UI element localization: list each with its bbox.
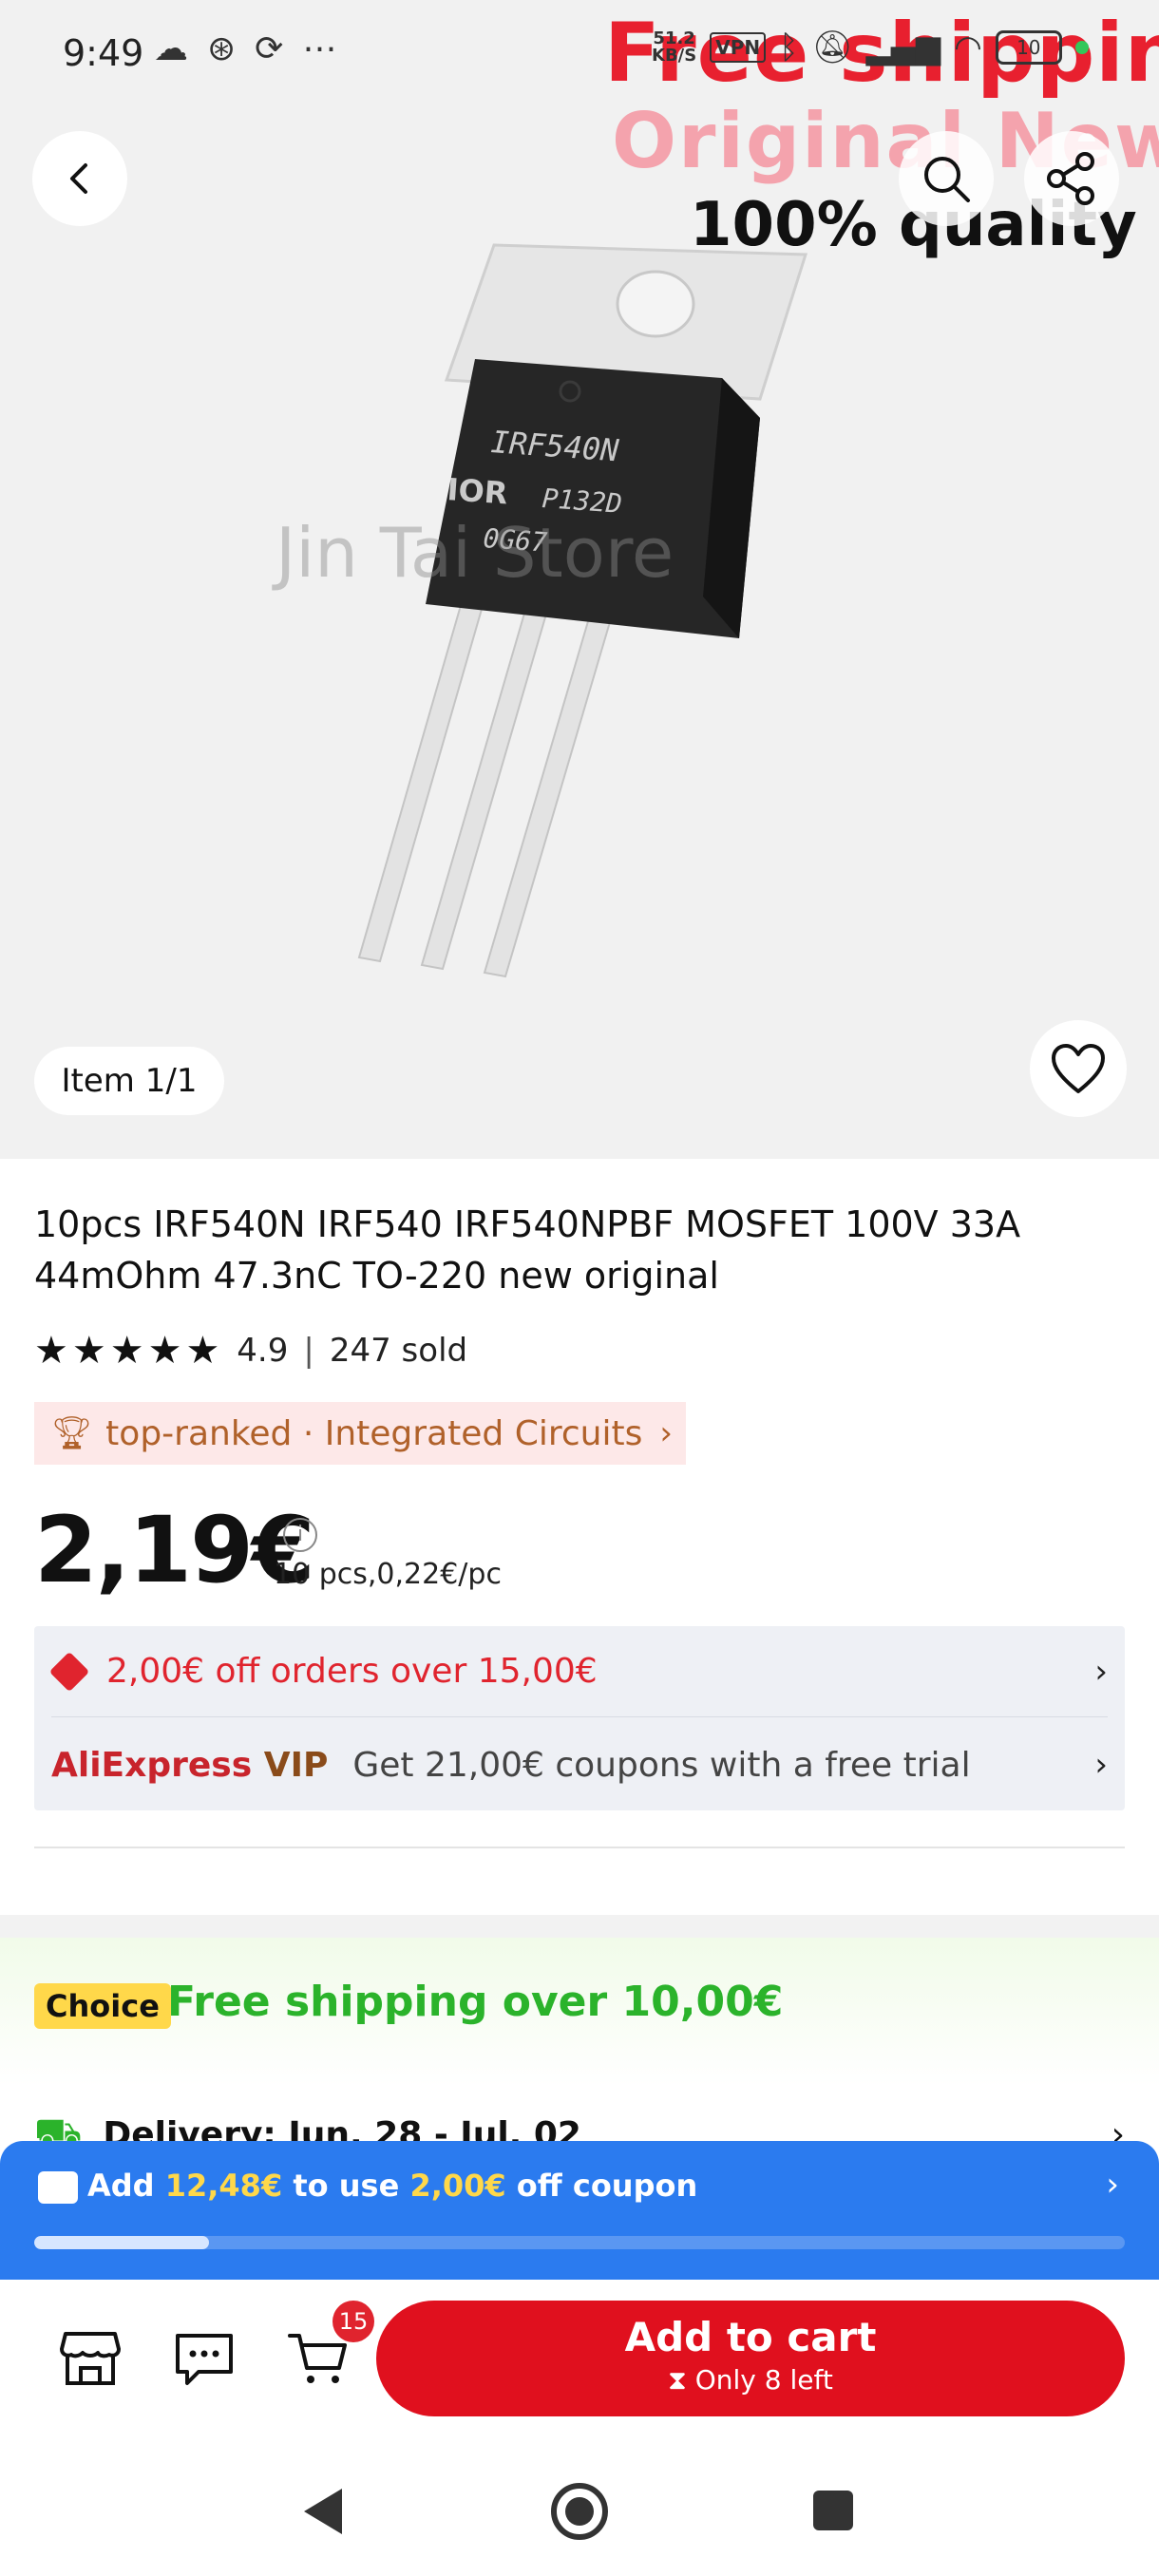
battery-icon: 10 — [995, 30, 1062, 65]
product-title: 10pcs IRF540N IRF540 IRF540NPBF MOSFET 1… — [34, 1203, 1021, 1297]
back-icon — [70, 163, 87, 194]
aliexpress-vip-logo: AliExpress VIP — [51, 1745, 329, 1785]
system-nav-bar — [0, 2441, 1159, 2576]
section-divider — [0, 1915, 1159, 1938]
search-button[interactable] — [899, 131, 994, 226]
vpn-icon: VPN — [710, 32, 767, 63]
coupon-progress-banner[interactable]: Add 12,48€ to use 2,00€ off coupon › — [0, 2141, 1159, 2280]
status-notification-icons: ☁ ⊛ ⟳ ⋯ — [154, 30, 336, 68]
hourglass-icon: ⧗ — [668, 2364, 687, 2396]
coupon-progress-fill — [34, 2236, 209, 2249]
rating-value: 4.9 — [237, 1332, 289, 1370]
bottom-action-bar: 15 Add to cart ⧗ Only 8 left — [0, 2280, 1159, 2441]
coupon-banner-text: Add 12,48€ to use 2,00€ off coupon — [87, 2168, 698, 2204]
cloud-icon: ☁ — [154, 29, 188, 68]
message-button[interactable] — [171, 2325, 238, 2392]
price: 2,19€ — [34, 1497, 315, 1603]
vip-coupon-text: Get 21,00€ coupons with a free trial — [352, 1745, 971, 1785]
star-icon: ★ — [71, 1329, 106, 1373]
unit-price: 10 pcs,0,22€/pc — [274, 1558, 502, 1591]
add-to-cart-button[interactable]: Add to cart ⧗ Only 8 left — [376, 2301, 1125, 2416]
chevron-right-icon: › — [659, 1414, 673, 1452]
share-icon — [1047, 152, 1094, 205]
chip-logo: IOR — [446, 471, 508, 511]
coupon-progress-bar — [34, 2236, 1125, 2249]
mute-icon: 🔕︎ — [811, 28, 853, 66]
network-rate: 51.2 KB/S — [652, 28, 697, 66]
coupon-icon — [38, 2171, 78, 2204]
nav-recents-icon[interactable] — [813, 2491, 853, 2530]
more-icon: ⋯ — [302, 29, 337, 68]
stock-note: ⧗ Only 8 left — [668, 2364, 833, 2396]
app-icon: ⊛ — [207, 29, 237, 68]
share-button[interactable] — [1024, 131, 1119, 226]
ranking-badge[interactable]: 🏆︎ top-ranked · Integrated Circuits › — [34, 1402, 686, 1465]
tag-icon — [48, 1651, 90, 1692]
signal-icon: ▂▄▆ — [865, 28, 941, 66]
wishlist-button[interactable] — [1030, 1020, 1127, 1117]
status-bar: 9:49 ☁ ⊛ ⟳ ⋯ 51.2 KB/S VPN ᛒ 🔕︎ ▂▄▆ ◠ 10 — [0, 0, 1159, 104]
star-icon: ★ — [147, 1329, 182, 1373]
store-coupon-row[interactable]: 2,00€ off orders over 15,00€ › — [48, 1626, 1108, 1717]
status-time: 9:49 — [63, 32, 144, 74]
store-coupon-text: 2,00€ off orders over 15,00€ — [106, 1652, 598, 1691]
vip-coupon-row[interactable]: AliExpress VIP Get 21,00€ coupons with a… — [34, 1719, 1125, 1810]
ranking-text: top-ranked · Integrated Circuits — [105, 1413, 643, 1453]
product-page: 9:49 ☁ ⊛ ⟳ ⋯ 51.2 KB/S VPN ᛒ 🔕︎ ▂▄▆ ◠ 10 — [0, 0, 1159, 2576]
search-icon — [924, 157, 970, 202]
star-icon: ★ — [34, 1329, 68, 1373]
trophy-icon: 🏆︎ — [51, 1414, 93, 1452]
coupon-box: 2,00€ off orders over 15,00€ › AliExpres… — [34, 1626, 1125, 1810]
add-to-cart-label: Add to cart — [624, 2314, 877, 2360]
wifi-icon: ◠ — [954, 28, 982, 66]
store-watermark: Jin Tai Store — [276, 513, 674, 593]
nav-home-icon[interactable] — [551, 2483, 608, 2540]
store-icon — [60, 2332, 121, 2385]
sync-icon: ⟳ — [255, 29, 284, 68]
cart-icon — [288, 2334, 347, 2383]
product-gallery[interactable]: 9:49 ☁ ⊛ ⟳ ⋯ 51.2 KB/S VPN ᛒ 🔕︎ ▂▄▆ ◠ 10 — [0, 0, 1159, 1159]
heart-icon — [1052, 1044, 1105, 1093]
info-icon[interactable]: i — [283, 1518, 317, 1552]
status-system-icons: 51.2 KB/S VPN ᛒ 🔕︎ ▂▄▆ ◠ 10 — [652, 28, 1089, 66]
back-button[interactable] — [32, 131, 127, 226]
message-icon — [176, 2334, 233, 2385]
free-shipping-text: Free shipping over 10,00€ — [167, 1978, 784, 2026]
rating-row[interactable]: ★ ★ ★ ★ ★ 4.9 | 247 sold — [34, 1330, 467, 1372]
cart-count-badge: 15 — [332, 2301, 374, 2342]
rating-stars: ★ ★ ★ ★ ★ — [34, 1330, 219, 1372]
nav-back-icon[interactable] — [304, 2489, 342, 2534]
chevron-right-icon: › — [1106, 2166, 1119, 2204]
chevron-right-icon: › — [1094, 1746, 1108, 1784]
privacy-dot — [1074, 41, 1089, 54]
rating-separator: | — [303, 1332, 314, 1370]
divider — [34, 1847, 1125, 1848]
choice-badge: Choice — [34, 1983, 171, 2029]
star-icon: ★ — [109, 1329, 144, 1373]
store-button[interactable] — [57, 2325, 124, 2392]
sold-count: 247 sold — [329, 1332, 468, 1370]
bluetooth-icon: ᛒ — [779, 28, 799, 66]
chevron-right-icon: › — [1094, 1652, 1108, 1691]
star-icon: ★ — [185, 1329, 220, 1373]
